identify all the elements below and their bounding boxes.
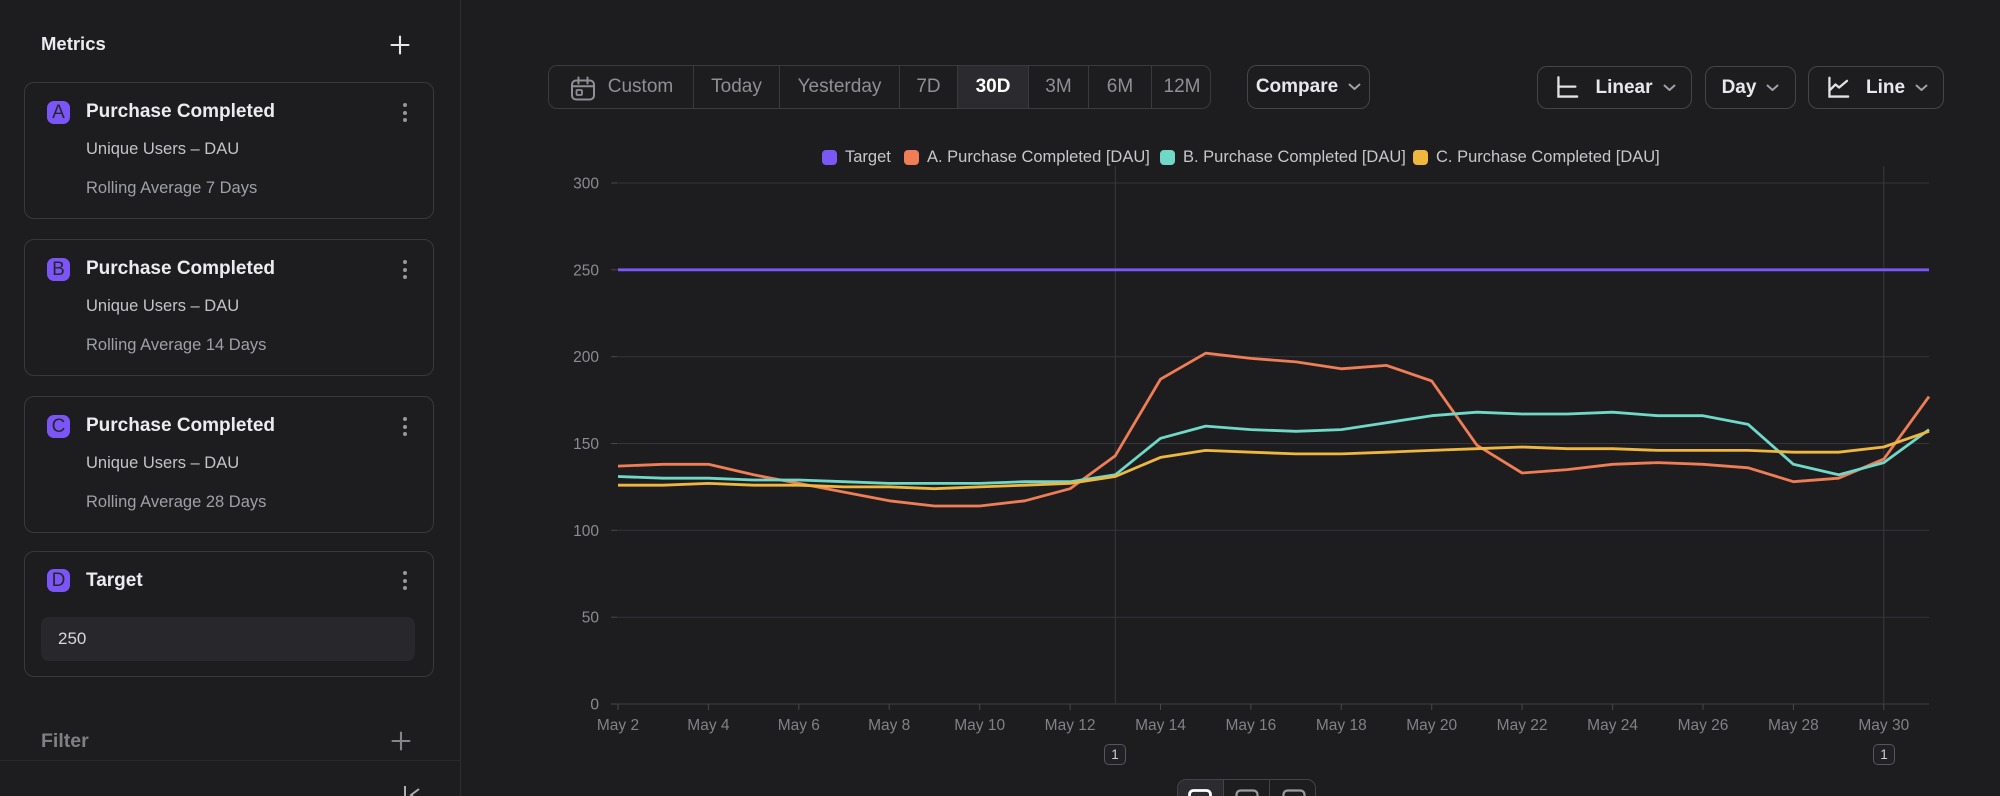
svg-text:May 8: May 8: [868, 717, 910, 734]
svg-text:May 4: May 4: [687, 717, 730, 734]
svg-text:150: 150: [573, 436, 599, 453]
svg-text:50: 50: [582, 610, 600, 627]
svg-text:May 20: May 20: [1406, 717, 1457, 734]
svg-text:May 18: May 18: [1316, 717, 1367, 734]
svg-text:May 12: May 12: [1045, 717, 1096, 734]
svg-text:200: 200: [573, 349, 599, 366]
svg-text:May 26: May 26: [1678, 717, 1729, 734]
svg-text:May 2: May 2: [597, 717, 639, 734]
svg-text:May 28: May 28: [1768, 717, 1819, 734]
svg-text:May 22: May 22: [1497, 717, 1548, 734]
svg-text:300: 300: [573, 176, 599, 193]
svg-text:250: 250: [573, 262, 599, 279]
svg-text:100: 100: [573, 523, 599, 540]
svg-text:May 24: May 24: [1587, 717, 1638, 734]
svg-text:May 6: May 6: [778, 717, 820, 734]
svg-text:May 16: May 16: [1225, 717, 1276, 734]
svg-text:May 10: May 10: [954, 717, 1005, 734]
svg-text:May 14: May 14: [1135, 717, 1186, 734]
svg-text:0: 0: [590, 697, 599, 714]
svg-text:May 30: May 30: [1858, 717, 1909, 734]
